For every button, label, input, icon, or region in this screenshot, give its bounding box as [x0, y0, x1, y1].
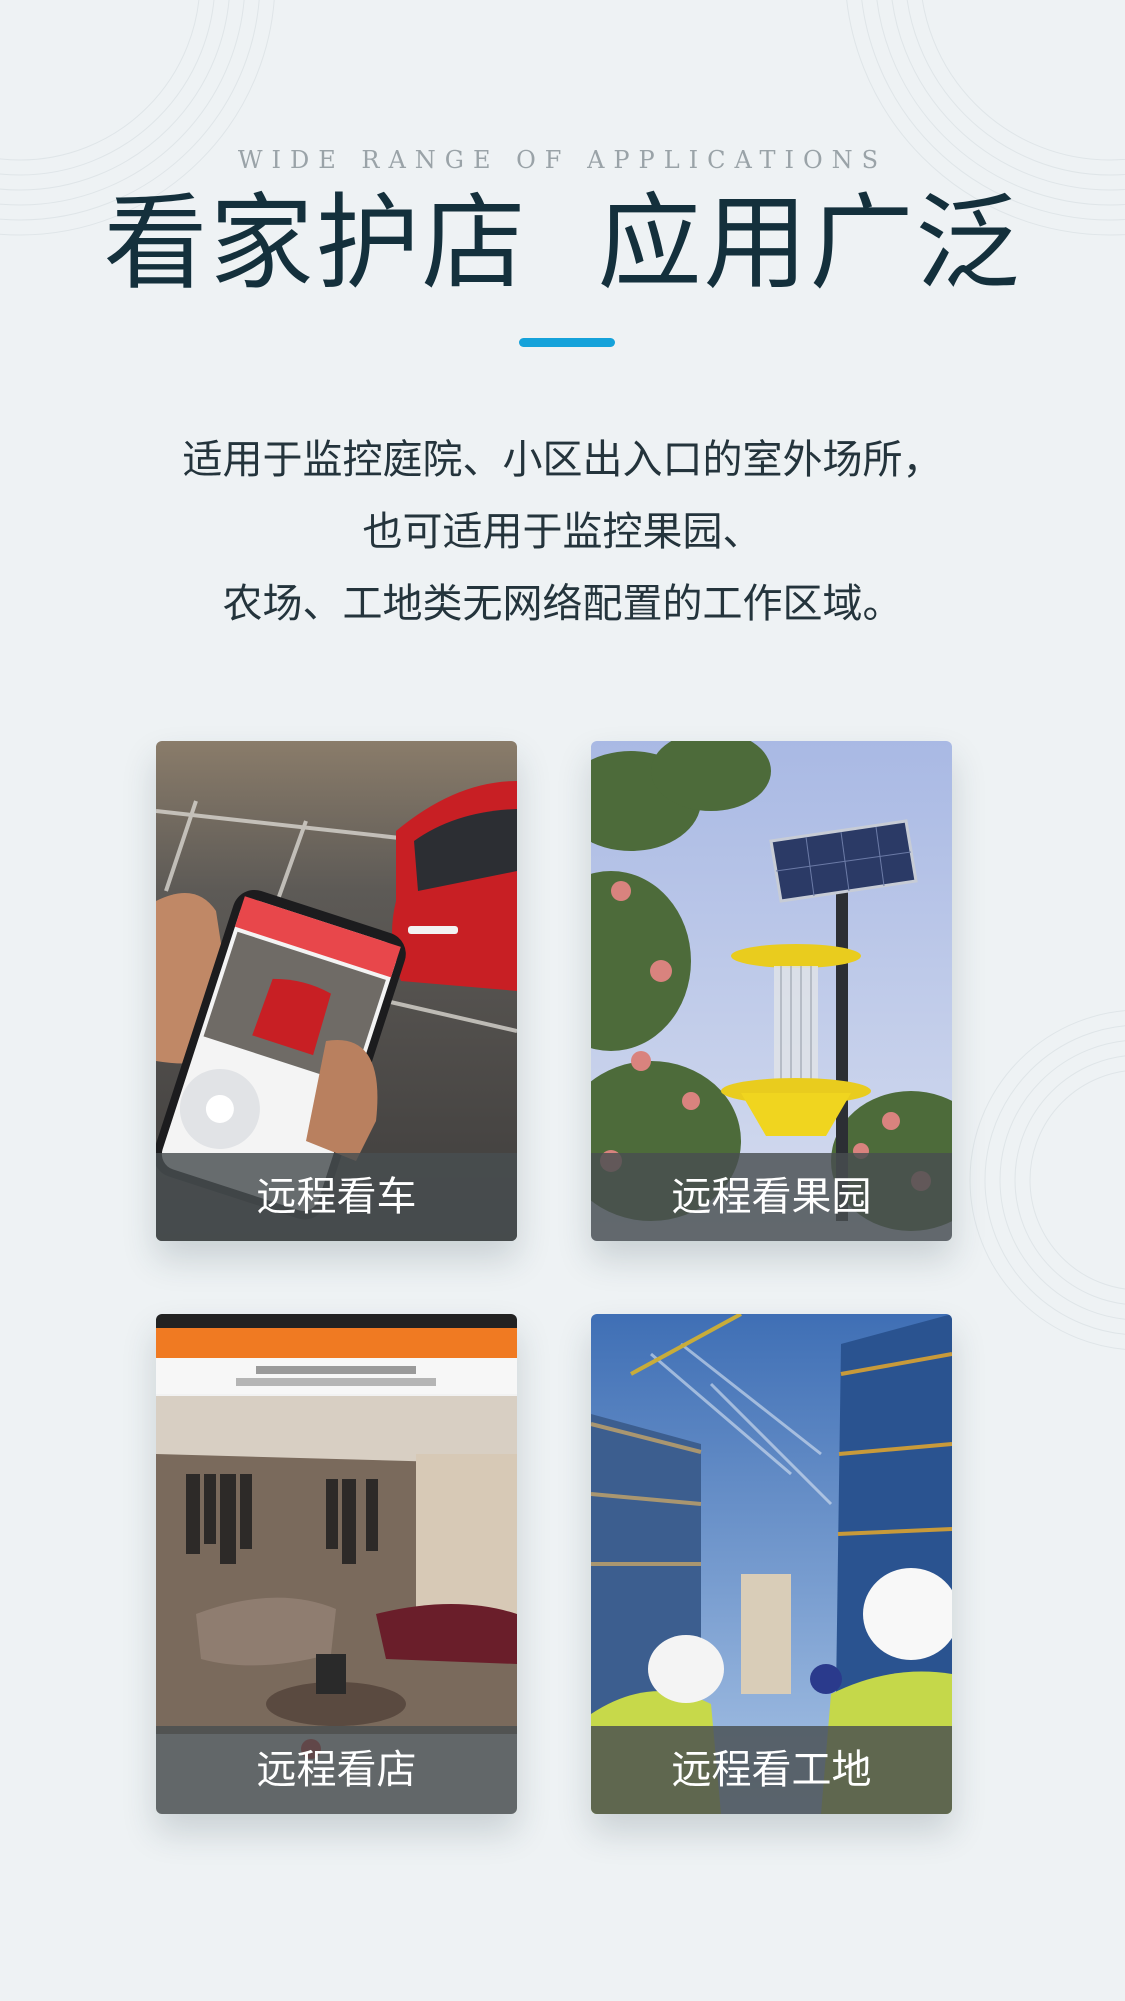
- section-eyebrow: WIDE RANGE OF APPLICATIONS: [237, 146, 888, 174]
- description-line: 农场、工地类无网络配置的工作区域。: [222, 581, 903, 627]
- description-line: 适用于监控庭院、小区出入口的室外场所，: [182, 437, 943, 483]
- card-caption: 远程看店: [156, 1726, 517, 1814]
- description: 适用于监控庭院、小区出入口的室外场所， 也可适用于监控果园、 农场、工地类无网络…: [0, 424, 1125, 640]
- card-remote-shop[interactable]: 远程看店: [156, 1314, 517, 1814]
- description-line: 也可适用于监控果园、: [362, 509, 763, 555]
- card-remote-construction-site[interactable]: 远程看工地: [591, 1314, 952, 1814]
- card-caption: 远程看工地: [591, 1726, 952, 1814]
- card-remote-orchard[interactable]: 远程看果园: [591, 741, 952, 1241]
- page-title: 看家护店 应用广泛: [103, 182, 1022, 304]
- card-caption: 远程看车: [156, 1153, 517, 1241]
- title-accent-line: [519, 338, 615, 347]
- card-caption: 远程看果园: [591, 1153, 952, 1241]
- card-remote-car[interactable]: 远程看车: [156, 741, 517, 1241]
